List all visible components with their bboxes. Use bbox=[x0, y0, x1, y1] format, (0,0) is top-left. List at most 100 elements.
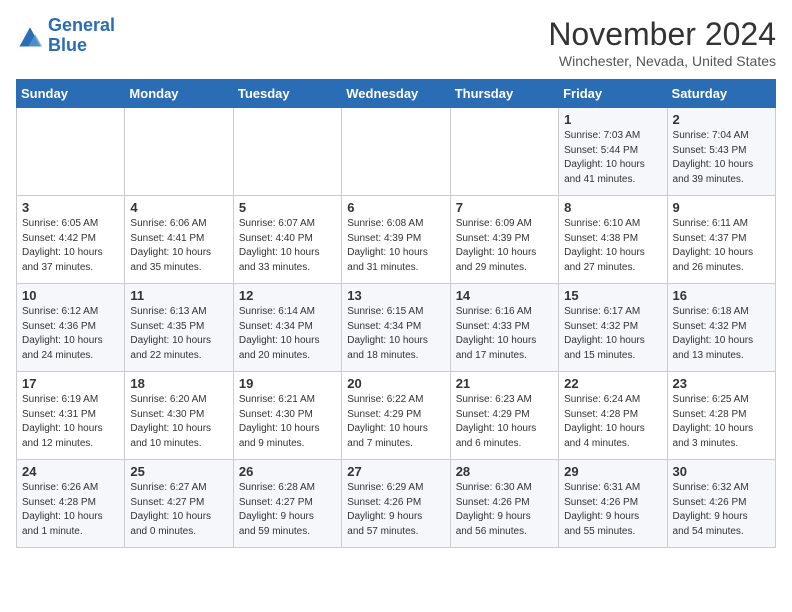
calendar-cell bbox=[233, 108, 341, 196]
day-number: 2 bbox=[673, 112, 770, 127]
day-info: Sunrise: 6:26 AM Sunset: 4:28 PM Dayligh… bbox=[22, 481, 119, 539]
calendar-cell: 17 Sunrise: 6:19 AM Sunset: 4:31 PM Dayli… bbox=[17, 372, 125, 460]
week-row-2: 3 Sunrise: 6:05 AM Sunset: 4:42 PM Daylig… bbox=[17, 196, 776, 284]
day-number: 9 bbox=[673, 200, 770, 215]
calendar-cell: 16Sunrise: 6:18 AM Sunset: 4:32 PM Dayli… bbox=[667, 284, 775, 372]
calendar-cell: 9Sunrise: 6:11 AM Sunset: 4:37 PM Daylig… bbox=[667, 196, 775, 284]
day-number: 25 bbox=[130, 464, 227, 479]
weekday-header-wednesday: Wednesday bbox=[342, 80, 450, 108]
calendar-cell: 10Sunrise: 6:12 AM Sunset: 4:36 PM Dayli… bbox=[17, 284, 125, 372]
day-info: Sunrise: 6:28 AM Sunset: 4:27 PM Dayligh… bbox=[239, 481, 336, 539]
day-info: Sunrise: 7:03 AM Sunset: 5:44 PM Dayligh… bbox=[564, 129, 661, 187]
calendar-cell: 2 Sunrise: 7:04 AM Sunset: 5:43 PM Daylig… bbox=[667, 108, 775, 196]
day-info: Sunrise: 6:10 AM Sunset: 4:38 PM Dayligh… bbox=[564, 217, 661, 275]
day-number: 20 bbox=[347, 376, 444, 391]
calendar-cell: 15 Sunrise: 6:17 AM Sunset: 4:32 PM Dayli… bbox=[559, 284, 667, 372]
month-title: November 2024 bbox=[548, 16, 776, 53]
calendar-cell bbox=[17, 108, 125, 196]
weekday-header-friday: Friday bbox=[559, 80, 667, 108]
day-info: Sunrise: 6:25 AM Sunset: 4:28 PM Dayligh… bbox=[673, 393, 770, 451]
weekday-header-tuesday: Tuesday bbox=[233, 80, 341, 108]
calendar-cell: 1 Sunrise: 7:03 AM Sunset: 5:44 PM Daylig… bbox=[559, 108, 667, 196]
calendar-cell: 26 Sunrise: 6:28 AM Sunset: 4:27 PM Dayli… bbox=[233, 460, 341, 548]
calendar-cell: 20 Sunrise: 6:22 AM Sunset: 4:29 PM Dayli… bbox=[342, 372, 450, 460]
day-number: 6 bbox=[347, 200, 444, 215]
calendar-cell: 22 Sunrise: 6:24 AM Sunset: 4:28 PM Dayli… bbox=[559, 372, 667, 460]
day-info: Sunrise: 6:14 AM Sunset: 4:34 PM Dayligh… bbox=[239, 305, 336, 363]
calendar-cell: 23 Sunrise: 6:25 AM Sunset: 4:28 PM Dayli… bbox=[667, 372, 775, 460]
day-number: 15 bbox=[564, 288, 661, 303]
logo: General Blue bbox=[16, 16, 115, 56]
calendar-cell: 7 Sunrise: 6:09 AM Sunset: 4:39 PM Daylig… bbox=[450, 196, 558, 284]
day-number: 23 bbox=[673, 376, 770, 391]
day-info: Sunrise: 6:31 AM Sunset: 4:26 PM Dayligh… bbox=[564, 481, 661, 539]
day-number: 12 bbox=[239, 288, 336, 303]
calendar-cell: 25Sunrise: 6:27 AM Sunset: 4:27 PM Dayli… bbox=[125, 460, 233, 548]
calendar-header: SundayMondayTuesdayWednesdayThursdayFrid… bbox=[17, 80, 776, 108]
day-info: Sunrise: 6:18 AM Sunset: 4:32 PM Dayligh… bbox=[673, 305, 770, 363]
day-info: Sunrise: 6:09 AM Sunset: 4:39 PM Dayligh… bbox=[456, 217, 553, 275]
day-number: 18 bbox=[130, 376, 227, 391]
calendar-cell: 28Sunrise: 6:30 AM Sunset: 4:26 PM Dayli… bbox=[450, 460, 558, 548]
page-header: General Blue November 2024 Winchester, N… bbox=[16, 16, 776, 69]
day-info: Sunrise: 6:12 AM Sunset: 4:36 PM Dayligh… bbox=[22, 305, 119, 363]
logo-text: General Blue bbox=[48, 16, 115, 56]
day-info: Sunrise: 6:06 AM Sunset: 4:41 PM Dayligh… bbox=[130, 217, 227, 275]
calendar-cell: 19 Sunrise: 6:21 AM Sunset: 4:30 PM Dayli… bbox=[233, 372, 341, 460]
day-info: Sunrise: 6:13 AM Sunset: 4:35 PM Dayligh… bbox=[130, 305, 227, 363]
calendar-cell: 6 Sunrise: 6:08 AM Sunset: 4:39 PM Daylig… bbox=[342, 196, 450, 284]
calendar-cell: 14Sunrise: 6:16 AM Sunset: 4:33 PM Dayli… bbox=[450, 284, 558, 372]
weekday-header-row: SundayMondayTuesdayWednesdayThursdayFrid… bbox=[17, 80, 776, 108]
day-number: 21 bbox=[456, 376, 553, 391]
week-row-4: 17 Sunrise: 6:19 AM Sunset: 4:31 PM Dayli… bbox=[17, 372, 776, 460]
day-info: Sunrise: 6:19 AM Sunset: 4:31 PM Dayligh… bbox=[22, 393, 119, 451]
day-info: Sunrise: 7:04 AM Sunset: 5:43 PM Dayligh… bbox=[673, 129, 770, 187]
weekday-header-thursday: Thursday bbox=[450, 80, 558, 108]
weekday-header-sunday: Sunday bbox=[17, 80, 125, 108]
day-number: 29 bbox=[564, 464, 661, 479]
day-number: 26 bbox=[239, 464, 336, 479]
location: Winchester, Nevada, United States bbox=[548, 53, 776, 69]
calendar-cell: 21 Sunrise: 6:23 AM Sunset: 4:29 PM Dayli… bbox=[450, 372, 558, 460]
day-info: Sunrise: 6:30 AM Sunset: 4:26 PM Dayligh… bbox=[456, 481, 553, 539]
day-info: Sunrise: 6:07 AM Sunset: 4:40 PM Dayligh… bbox=[239, 217, 336, 275]
calendar-cell: 18 Sunrise: 6:20 AM Sunset: 4:30 PM Dayli… bbox=[125, 372, 233, 460]
calendar-cell: 12 Sunrise: 6:14 AM Sunset: 4:34 PM Dayli… bbox=[233, 284, 341, 372]
calendar-cell: 29 Sunrise: 6:31 AM Sunset: 4:26 PM Dayli… bbox=[559, 460, 667, 548]
day-number: 8 bbox=[564, 200, 661, 215]
day-number: 17 bbox=[22, 376, 119, 391]
day-info: Sunrise: 6:17 AM Sunset: 4:32 PM Dayligh… bbox=[564, 305, 661, 363]
day-number: 22 bbox=[564, 376, 661, 391]
day-info: Sunrise: 6:32 AM Sunset: 4:26 PM Dayligh… bbox=[673, 481, 770, 539]
day-number: 1 bbox=[564, 112, 661, 127]
week-row-3: 10Sunrise: 6:12 AM Sunset: 4:36 PM Dayli… bbox=[17, 284, 776, 372]
calendar-cell: 8 Sunrise: 6:10 AM Sunset: 4:38 PM Daylig… bbox=[559, 196, 667, 284]
calendar-cell: 11 Sunrise: 6:13 AM Sunset: 4:35 PM Dayli… bbox=[125, 284, 233, 372]
calendar-cell: 24 Sunrise: 6:26 AM Sunset: 4:28 PM Dayli… bbox=[17, 460, 125, 548]
calendar-cell: 13Sunrise: 6:15 AM Sunset: 4:34 PM Dayli… bbox=[342, 284, 450, 372]
day-info: Sunrise: 6:20 AM Sunset: 4:30 PM Dayligh… bbox=[130, 393, 227, 451]
calendar-cell: 4 Sunrise: 6:06 AM Sunset: 4:41 PM Daylig… bbox=[125, 196, 233, 284]
day-info: Sunrise: 6:24 AM Sunset: 4:28 PM Dayligh… bbox=[564, 393, 661, 451]
day-info: Sunrise: 6:08 AM Sunset: 4:39 PM Dayligh… bbox=[347, 217, 444, 275]
calendar-cell: 27Sunrise: 6:29 AM Sunset: 4:26 PM Dayli… bbox=[342, 460, 450, 548]
day-number: 11 bbox=[130, 288, 227, 303]
day-number: 3 bbox=[22, 200, 119, 215]
calendar-table: SundayMondayTuesdayWednesdayThursdayFrid… bbox=[16, 79, 776, 548]
day-info: Sunrise: 6:05 AM Sunset: 4:42 PM Dayligh… bbox=[22, 217, 119, 275]
day-info: Sunrise: 6:15 AM Sunset: 4:34 PM Dayligh… bbox=[347, 305, 444, 363]
weekday-header-monday: Monday bbox=[125, 80, 233, 108]
day-number: 7 bbox=[456, 200, 553, 215]
week-row-1: 1 Sunrise: 7:03 AM Sunset: 5:44 PM Daylig… bbox=[17, 108, 776, 196]
day-info: Sunrise: 6:21 AM Sunset: 4:30 PM Dayligh… bbox=[239, 393, 336, 451]
day-number: 19 bbox=[239, 376, 336, 391]
day-number: 4 bbox=[130, 200, 227, 215]
logo-line2: Blue bbox=[48, 35, 87, 55]
calendar-cell bbox=[125, 108, 233, 196]
day-info: Sunrise: 6:22 AM Sunset: 4:29 PM Dayligh… bbox=[347, 393, 444, 451]
day-number: 5 bbox=[239, 200, 336, 215]
calendar-cell: 3 Sunrise: 6:05 AM Sunset: 4:42 PM Daylig… bbox=[17, 196, 125, 284]
day-info: Sunrise: 6:23 AM Sunset: 4:29 PM Dayligh… bbox=[456, 393, 553, 451]
logo-line1: General bbox=[48, 15, 115, 35]
day-number: 24 bbox=[22, 464, 119, 479]
